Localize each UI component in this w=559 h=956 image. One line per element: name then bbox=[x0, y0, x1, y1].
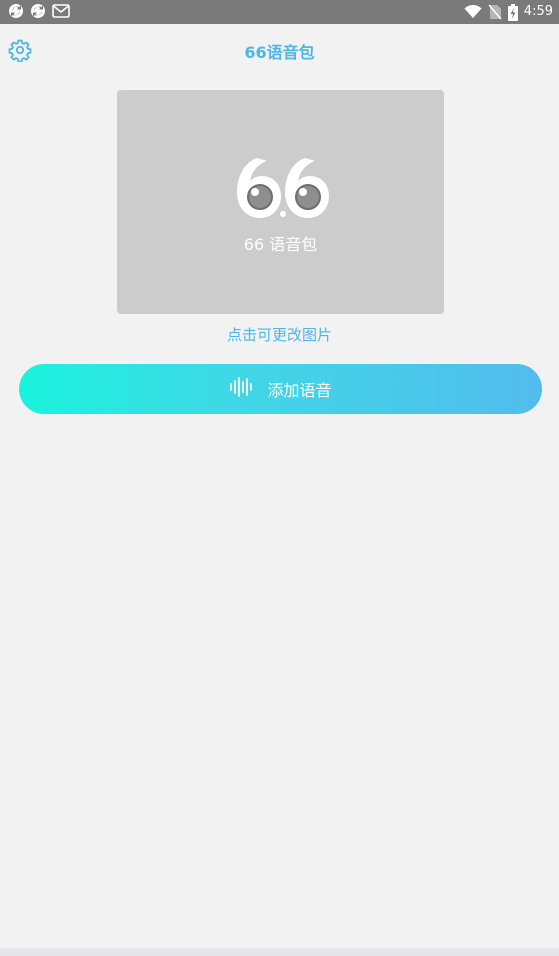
sync-icon bbox=[30, 3, 46, 19]
cover-image[interactable]: 66 语音包 bbox=[117, 90, 444, 314]
app-header: 66语音包 bbox=[0, 24, 559, 76]
add-voice-label: 添加语音 bbox=[267, 381, 332, 400]
logo-icon bbox=[235, 152, 331, 222]
sync-icon bbox=[8, 3, 24, 19]
battery-charging-icon bbox=[507, 3, 518, 21]
page-title: 66语音包 bbox=[244, 43, 315, 62]
mail-icon bbox=[52, 3, 70, 19]
bottom-nav-edge bbox=[0, 948, 559, 956]
status-time: 4:59 bbox=[523, 4, 553, 19]
status-bar: 4:59 bbox=[0, 0, 559, 24]
waveform-icon bbox=[229, 376, 255, 402]
change-image-link[interactable]: 点击可更改图片 bbox=[0, 324, 559, 345]
wifi-icon bbox=[464, 5, 482, 19]
status-left-icons bbox=[8, 3, 70, 19]
add-voice-button[interactable]: 添加语音 bbox=[19, 364, 542, 414]
cover-caption: 66 语音包 bbox=[243, 235, 318, 254]
no-sim-icon bbox=[488, 4, 502, 20]
status-right-icons: 4:59 bbox=[464, 2, 553, 22]
